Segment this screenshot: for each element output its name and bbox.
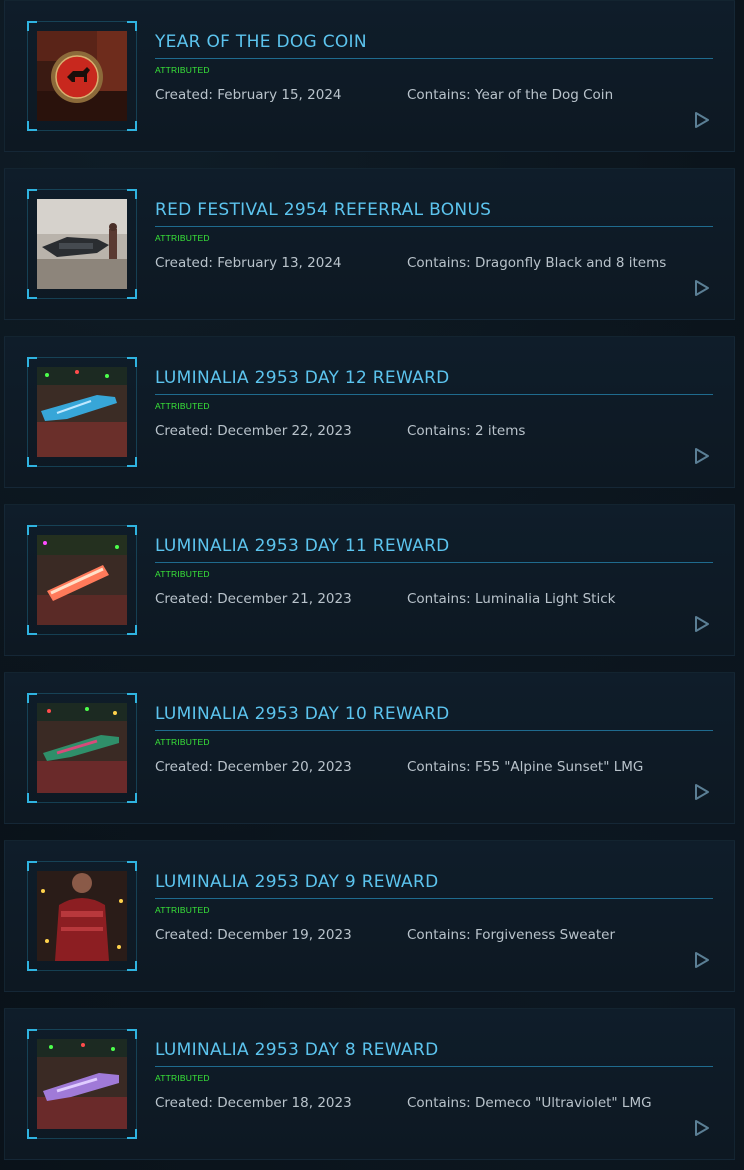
status-badge: ATTRIBUTED xyxy=(155,401,210,411)
pledge-list: YEAR OF THE DOG COIN ATTRIBUTED Created:… xyxy=(0,0,744,1170)
contents-summary: Contains: Luminalia Light Stick xyxy=(407,591,616,607)
thumbnail-frame xyxy=(27,1029,137,1139)
expand-arrow-icon[interactable] xyxy=(694,951,710,969)
item-thumbnail xyxy=(37,535,127,625)
title-divider xyxy=(155,898,713,899)
title-divider xyxy=(155,730,713,731)
thumbnail-frame xyxy=(27,21,137,131)
list-item[interactable]: LUMINALIA 2953 DAY 12 REWARD ATTRIBUTED … xyxy=(4,336,735,488)
status-badge: ATTRIBUTED xyxy=(155,65,210,75)
title-divider xyxy=(155,58,713,59)
item-title[interactable]: LUMINALIA 2953 DAY 9 REWARD xyxy=(155,872,438,892)
title-divider xyxy=(155,394,713,395)
expand-arrow-icon[interactable] xyxy=(694,447,710,465)
status-badge: ATTRIBUTED xyxy=(155,569,210,579)
created-date: Created: December 18, 2023 xyxy=(155,1095,352,1111)
created-date: Created: December 20, 2023 xyxy=(155,759,352,775)
item-title[interactable]: YEAR OF THE DOG COIN xyxy=(155,32,367,52)
thumbnail-frame xyxy=(27,861,137,971)
status-badge: ATTRIBUTED xyxy=(155,1073,210,1083)
item-thumbnail xyxy=(37,199,127,289)
status-badge: ATTRIBUTED xyxy=(155,737,210,747)
list-item[interactable]: LUMINALIA 2953 DAY 11 REWARD ATTRIBUTED … xyxy=(4,504,735,656)
list-item[interactable]: RED FESTIVAL 2954 REFERRAL BONUS ATTRIBU… xyxy=(4,168,735,320)
item-thumbnail xyxy=(37,31,127,121)
created-date: Created: February 15, 2024 xyxy=(155,87,342,103)
created-date: Created: December 19, 2023 xyxy=(155,927,352,943)
title-divider xyxy=(155,226,713,227)
list-item[interactable]: LUMINALIA 2953 DAY 9 REWARD ATTRIBUTED C… xyxy=(4,840,735,992)
created-date: Created: December 21, 2023 xyxy=(155,591,352,607)
list-item[interactable]: LUMINALIA 2953 DAY 10 REWARD ATTRIBUTED … xyxy=(4,672,735,824)
created-date: Created: December 22, 2023 xyxy=(155,423,352,439)
contents-summary: Contains: F55 "Alpine Sunset" LMG xyxy=(407,759,644,775)
item-title[interactable]: LUMINALIA 2953 DAY 11 REWARD xyxy=(155,536,450,556)
thumbnail-frame xyxy=(27,525,137,635)
contents-summary: Contains: Dragonfly Black and 8 items xyxy=(407,255,667,271)
item-thumbnail xyxy=(37,1039,127,1129)
expand-arrow-icon[interactable] xyxy=(694,111,710,129)
thumbnail-frame xyxy=(27,189,137,299)
title-divider xyxy=(155,1066,713,1067)
contents-summary: Contains: Year of the Dog Coin xyxy=(407,87,614,103)
title-divider xyxy=(155,562,713,563)
status-badge: ATTRIBUTED xyxy=(155,905,210,915)
item-title[interactable]: LUMINALIA 2953 DAY 10 REWARD xyxy=(155,704,450,724)
expand-arrow-icon[interactable] xyxy=(694,1119,710,1137)
contents-summary: Contains: 2 items xyxy=(407,423,526,439)
item-thumbnail xyxy=(37,871,127,961)
list-item[interactable]: LUMINALIA 2953 DAY 8 REWARD ATTRIBUTED C… xyxy=(4,1008,735,1160)
item-title[interactable]: LUMINALIA 2953 DAY 8 REWARD xyxy=(155,1040,438,1060)
contents-summary: Contains: Forgiveness Sweater xyxy=(407,927,616,943)
thumbnail-frame xyxy=(27,693,137,803)
created-date: Created: February 13, 2024 xyxy=(155,255,342,271)
thumbnail-frame xyxy=(27,357,137,467)
item-title[interactable]: RED FESTIVAL 2954 REFERRAL BONUS xyxy=(155,200,491,220)
status-badge: ATTRIBUTED xyxy=(155,233,210,243)
item-thumbnail xyxy=(37,367,127,457)
contents-summary: Contains: Demeco "Ultraviolet" LMG xyxy=(407,1095,652,1111)
item-thumbnail xyxy=(37,703,127,793)
expand-arrow-icon[interactable] xyxy=(694,279,710,297)
item-title[interactable]: LUMINALIA 2953 DAY 12 REWARD xyxy=(155,368,450,388)
expand-arrow-icon[interactable] xyxy=(694,615,710,633)
list-item[interactable]: YEAR OF THE DOG COIN ATTRIBUTED Created:… xyxy=(4,0,735,152)
expand-arrow-icon[interactable] xyxy=(694,783,710,801)
